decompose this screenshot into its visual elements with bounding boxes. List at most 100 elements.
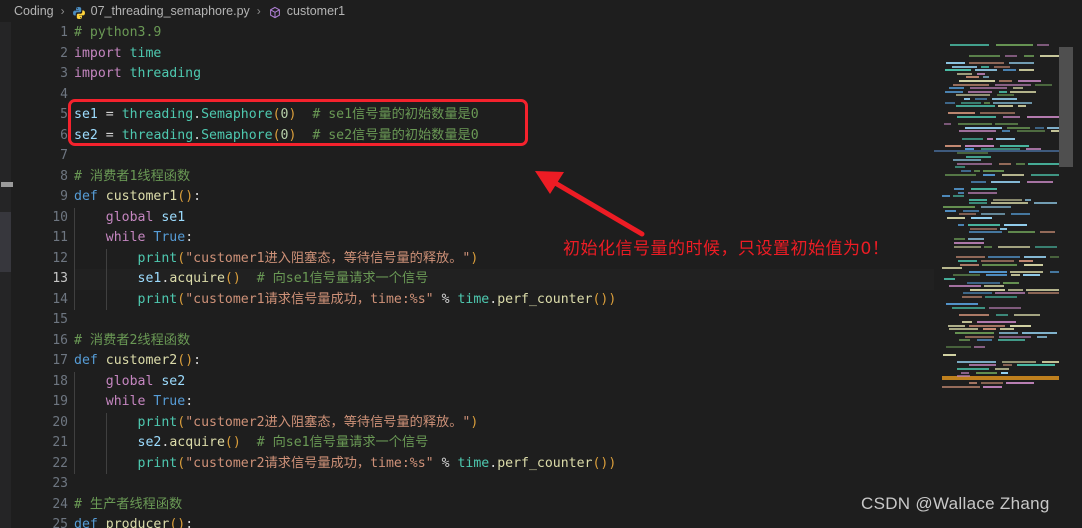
- minimap-line: [970, 288, 1005, 291]
- minimap-line: [1019, 260, 1033, 262]
- code-line[interactable]: import time: [74, 44, 161, 65]
- code-content[interactable]: # python3.9 import time import threading se…: [74, 22, 934, 528]
- minimap-line: [971, 216, 992, 219]
- code-line[interactable]: print("customer2请求信号量成功，time:%s" % time.…: [74, 454, 617, 475]
- line-number: 12: [52, 250, 68, 266]
- code-line[interactable]: global se2: [74, 372, 185, 393]
- minimap-line: [1050, 270, 1059, 273]
- minimap-line: [970, 227, 997, 230]
- code-line[interactable]: se1.acquire() # 向se1信号量请求一个信号: [74, 269, 934, 290]
- minimap-line: [953, 195, 964, 198]
- minimap-line: [969, 231, 1002, 234]
- breadcrumb-separator: ›: [60, 4, 65, 18]
- breadcrumb-item-folder[interactable]: Coding: [14, 4, 54, 18]
- minimap-line: [995, 123, 1018, 126]
- minimap-line: [1008, 231, 1035, 234]
- line-number: 4: [60, 86, 68, 102]
- line-number: 25: [52, 517, 68, 528]
- code-line[interactable]: def customer1():: [74, 187, 201, 208]
- minimap-line: [1003, 281, 1019, 284]
- minimap-line: [968, 90, 992, 93]
- minimap-line: [982, 263, 1017, 266]
- scrollbar-overview-mark: [1, 182, 13, 187]
- minimap-line: [1022, 332, 1057, 334]
- line-number: 15: [52, 312, 68, 327]
- code-line[interactable]: def producer():: [74, 515, 193, 528]
- minimap-line: [1014, 314, 1040, 316]
- indent-guide: [74, 289, 75, 310]
- minimap-line: [969, 364, 996, 367]
- breadcrumb-item-file[interactable]: 07_threading_semaphore.py: [91, 4, 250, 18]
- minimap-line: [1035, 245, 1057, 248]
- python-file-icon: [72, 6, 86, 20]
- minimap-line: [1000, 328, 1014, 331]
- minimap-line: [983, 173, 995, 176]
- code-line[interactable]: global se1: [74, 208, 185, 229]
- minimap-line: [1024, 263, 1043, 266]
- code-line[interactable]: def customer2():: [74, 351, 201, 372]
- minimap-line: [962, 296, 982, 298]
- code-line[interactable]: se2 = threading.Semaphore(0) # se2信号量的初始…: [74, 126, 479, 147]
- minimap-line: [944, 123, 951, 126]
- indent-guide: [105, 289, 107, 310]
- minimap-line: [1027, 180, 1053, 183]
- line-number: 14: [52, 291, 68, 307]
- minimap-line: [945, 144, 961, 147]
- code-editor[interactable]: 1 2 3 4 5 6 7 8 9 10 11 12 13 14 15 16 17 18 19 20 21 22 23 24 2…: [0, 22, 1082, 528]
- code-line[interactable]: import threading: [74, 64, 201, 85]
- code-line[interactable]: # 生产者线程函数: [74, 495, 182, 516]
- minimap-line: [995, 368, 1009, 370]
- code-line[interactable]: # 消费者2线程函数: [74, 331, 190, 352]
- breadcrumb-separator-2: ›: [256, 4, 261, 18]
- minimap-line: [1017, 130, 1045, 133]
- indent-guide: [74, 248, 75, 269]
- minimap-line: [1037, 335, 1047, 338]
- breadcrumb: Coding › 07_threading_semaphore.py › cus…: [0, 0, 1082, 22]
- editor-left-strip: [0, 22, 11, 528]
- minimap-line: [969, 324, 1005, 327]
- minimap-line: [971, 180, 986, 183]
- line-number: 17: [52, 353, 68, 368]
- minimap-line: [1018, 105, 1026, 108]
- minimap-line: [1002, 360, 1036, 363]
- minimap-line: [943, 206, 975, 208]
- indent-guide: [74, 228, 75, 249]
- minimap-line: [964, 98, 970, 100]
- minimap-line: [998, 105, 1013, 108]
- code-line[interactable]: se2.acquire() # 向se1信号量请求一个信号: [74, 433, 429, 454]
- minimap-line: [945, 209, 956, 212]
- code-line[interactable]: while True:: [74, 228, 193, 249]
- minimap-line: [995, 292, 1025, 295]
- minimap-line: [998, 245, 1030, 248]
- minimap-line: [1011, 274, 1020, 277]
- minimap-line: [946, 346, 971, 349]
- code-line[interactable]: print("customer2进入阻塞态，等待信号量的释放。"): [74, 413, 479, 434]
- minimap-line: [981, 260, 1014, 262]
- minimap-line: [1009, 62, 1034, 64]
- code-line[interactable]: se1 = threading.Semaphore(0) # se1信号量的初始…: [74, 105, 479, 126]
- code-line[interactable]: print("customer1请求信号量成功，time:%s" % time.…: [74, 290, 617, 311]
- minimap-line: [1001, 371, 1008, 374]
- minimap-line: [981, 206, 1011, 208]
- indent-guide: [105, 453, 107, 474]
- minimap-line: [997, 94, 1014, 97]
- minimap-line: [1002, 130, 1010, 133]
- code-line[interactable]: # 消费者1线程函数: [74, 167, 190, 188]
- code-line[interactable]: print("customer1进入阻塞态，等待信号量的释放。"): [74, 249, 479, 270]
- line-number: 18: [52, 373, 68, 389]
- minimap[interactable]: [934, 22, 1059, 528]
- minimap-line: [998, 339, 1025, 342]
- minimap-line: [942, 267, 962, 270]
- code-line[interactable]: while True:: [74, 392, 193, 413]
- vertical-scrollbar[interactable]: [1059, 22, 1073, 528]
- minimap-line: [942, 386, 980, 388]
- scrollbar-thumb[interactable]: [1059, 47, 1073, 167]
- minimap-line: [999, 162, 1011, 165]
- minimap-line: [993, 198, 1022, 201]
- minimap-line: [1026, 148, 1041, 151]
- code-line[interactable]: # python3.9: [74, 23, 161, 44]
- breadcrumb-item-symbol[interactable]: customer1: [287, 4, 345, 18]
- minimap-line: [957, 368, 989, 370]
- minimap-line: [1050, 256, 1059, 259]
- minimap-line: [965, 148, 974, 151]
